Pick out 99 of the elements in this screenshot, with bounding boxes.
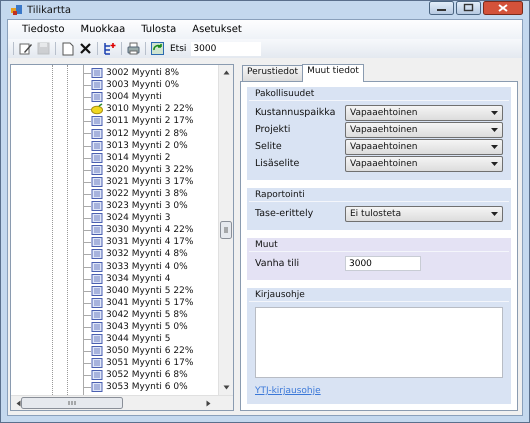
- document-icon: [91, 176, 103, 188]
- delete-icon[interactable]: [78, 41, 93, 56]
- tree-item[interactable]: 3044 Myynti 5: [106, 334, 171, 344]
- dropdown[interactable]: Vapaaehtoinen: [345, 104, 503, 120]
- tree-item[interactable]: 3012 Myynti 2 8%: [106, 128, 188, 139]
- search-label: Etsi: [169, 44, 188, 54]
- document-icon: [91, 128, 103, 140]
- document-icon: [91, 164, 103, 176]
- tree-item[interactable]: 3052 Myynti 6 8%: [106, 370, 188, 380]
- document-icon: [91, 272, 103, 285]
- tree-item[interactable]: 3040 Myynti 5 22%: [106, 286, 194, 296]
- dropdown[interactable]: Vapaaehtoinen: [345, 156, 503, 172]
- tree-item[interactable]: 3014 Myynti 2: [106, 152, 171, 163]
- scrollbar-thumb[interactable]: [21, 397, 123, 409]
- tree-item[interactable]: 3013 Myynti 2 0%: [106, 140, 188, 151]
- caret-icon: [491, 144, 498, 148]
- scrollbar-thumb[interactable]: [220, 221, 232, 239]
- edit-icon[interactable]: [18, 41, 33, 56]
- caret-icon: [491, 162, 498, 166]
- document-icon: [91, 188, 103, 200]
- tree-item[interactable]: 3004 Myynti: [106, 92, 162, 102]
- document-icon: [91, 284, 103, 297]
- field-label: Tase-erittely: [255, 208, 314, 219]
- tab[interactable]: Perustiedot: [242, 65, 304, 81]
- tree-item[interactable]: 3011 Myynti 2 17%: [106, 116, 194, 126]
- tree-item[interactable]: 3003 Myynti 0%: [106, 80, 180, 90]
- tree-icon[interactable]: [102, 41, 117, 56]
- tree-item[interactable]: 3020 Myynti 3 22%: [106, 164, 194, 175]
- tree-item[interactable]: 3024 Myynti 3: [106, 213, 171, 224]
- tree-item[interactable]: 3033 Myynti 4 0%: [106, 262, 188, 272]
- tree-item[interactable]: 3031 Myynti 4 17%: [106, 237, 194, 248]
- lemon-icon: [91, 103, 103, 116]
- document-icon: [91, 333, 103, 346]
- field-label: Kustannuspaikka: [255, 107, 336, 118]
- dropdown[interactable]: Vapaaehtoinen: [345, 122, 503, 138]
- caret-icon: [491, 110, 498, 114]
- document-icon: [91, 308, 103, 321]
- tree-item[interactable]: 3022 Myynti 3 8%: [106, 188, 188, 199]
- new-document-icon[interactable]: [60, 41, 75, 56]
- document-icon: [91, 212, 103, 224]
- app-icon: [11, 4, 23, 16]
- input-field[interactable]: 3000: [345, 256, 421, 271]
- document-icon: [91, 67, 103, 80]
- dropdown[interactable]: Vapaaehtoinen: [345, 138, 503, 154]
- document-icon: [91, 381, 103, 394]
- tree-item[interactable]: 3053 Myynti 6 0%: [106, 382, 188, 392]
- menu-item[interactable]: Tiedosto: [14, 22, 72, 37]
- document-icon: [91, 357, 103, 370]
- close-icon[interactable]: [483, 1, 523, 15]
- field-label: Vanha tili: [255, 258, 300, 269]
- tree-item[interactable]: 3032 Myynti 4 8%: [106, 249, 188, 260]
- field-label: Selite: [255, 141, 283, 152]
- menu-item[interactable]: Muokkaa: [72, 22, 134, 37]
- maximize-icon[interactable]: [456, 1, 481, 15]
- group-title: Raportointi: [249, 188, 509, 202]
- scroll-down-icon[interactable]: [222, 385, 230, 390]
- search-field[interactable]: 3000: [191, 42, 262, 56]
- document-icon: [91, 224, 103, 236]
- document-icon: [91, 200, 103, 212]
- document-icon: [91, 369, 103, 382]
- group-title: Kirjausohje: [249, 288, 509, 302]
- document-icon: [91, 260, 103, 273]
- caret-icon: [491, 128, 498, 132]
- printer-icon[interactable]: [126, 41, 141, 56]
- dropdown[interactable]: Ei tulosteta: [345, 206, 503, 222]
- document-icon: [91, 79, 103, 92]
- tree-item[interactable]: 3034 Myynti 4: [106, 274, 171, 284]
- window-title: Tilikartta: [27, 4, 71, 16]
- scroll-right-icon[interactable]: [206, 400, 211, 406]
- tree-item[interactable]: 3043 Myynti 5 0%: [106, 322, 188, 332]
- tab[interactable]: Muut tiedot: [302, 64, 364, 82]
- menu-item[interactable]: Tulosta: [133, 22, 184, 37]
- refresh-icon[interactable]: [150, 41, 165, 56]
- tree-item[interactable]: 3051 Myynti 6 17%: [106, 358, 194, 368]
- document-icon: [91, 91, 103, 104]
- document-icon: [91, 248, 103, 260]
- field-label: Lisäselite: [255, 158, 300, 169]
- document-icon: [91, 345, 103, 358]
- tree-item[interactable]: 3023 Myynti 3 0%: [106, 201, 188, 212]
- document-icon: [91, 321, 103, 334]
- tree-item[interactable]: 3021 Myynti 3 17%: [106, 176, 194, 187]
- group-title: Pakollisuudet: [249, 87, 509, 101]
- tree-item[interactable]: 3010 Myynti 2 22%: [106, 104, 194, 114]
- group-title: Muut: [249, 238, 509, 252]
- field-label: Projekti: [255, 124, 292, 135]
- tree-item[interactable]: 3042 Myynti 5 8%: [106, 310, 188, 320]
- document-icon: [91, 140, 103, 152]
- tree-item[interactable]: 3030 Myynti 4 22%: [106, 225, 194, 236]
- minimize-icon[interactable]: [429, 1, 454, 15]
- caret-icon: [491, 212, 498, 216]
- document-icon: [91, 236, 103, 248]
- tree-item[interactable]: 3002 Myynti 8%: [106, 68, 180, 78]
- tree-item[interactable]: 3041 Myynti 5 17%: [106, 298, 194, 308]
- document-icon: [91, 296, 103, 309]
- menu-item[interactable]: Asetukset: [184, 22, 250, 37]
- document-icon: [91, 152, 103, 164]
- tree-item[interactable]: 3050 Myynti 6 22%: [106, 346, 194, 356]
- scroll-up-icon[interactable]: [222, 70, 230, 75]
- document-icon: [91, 115, 103, 128]
